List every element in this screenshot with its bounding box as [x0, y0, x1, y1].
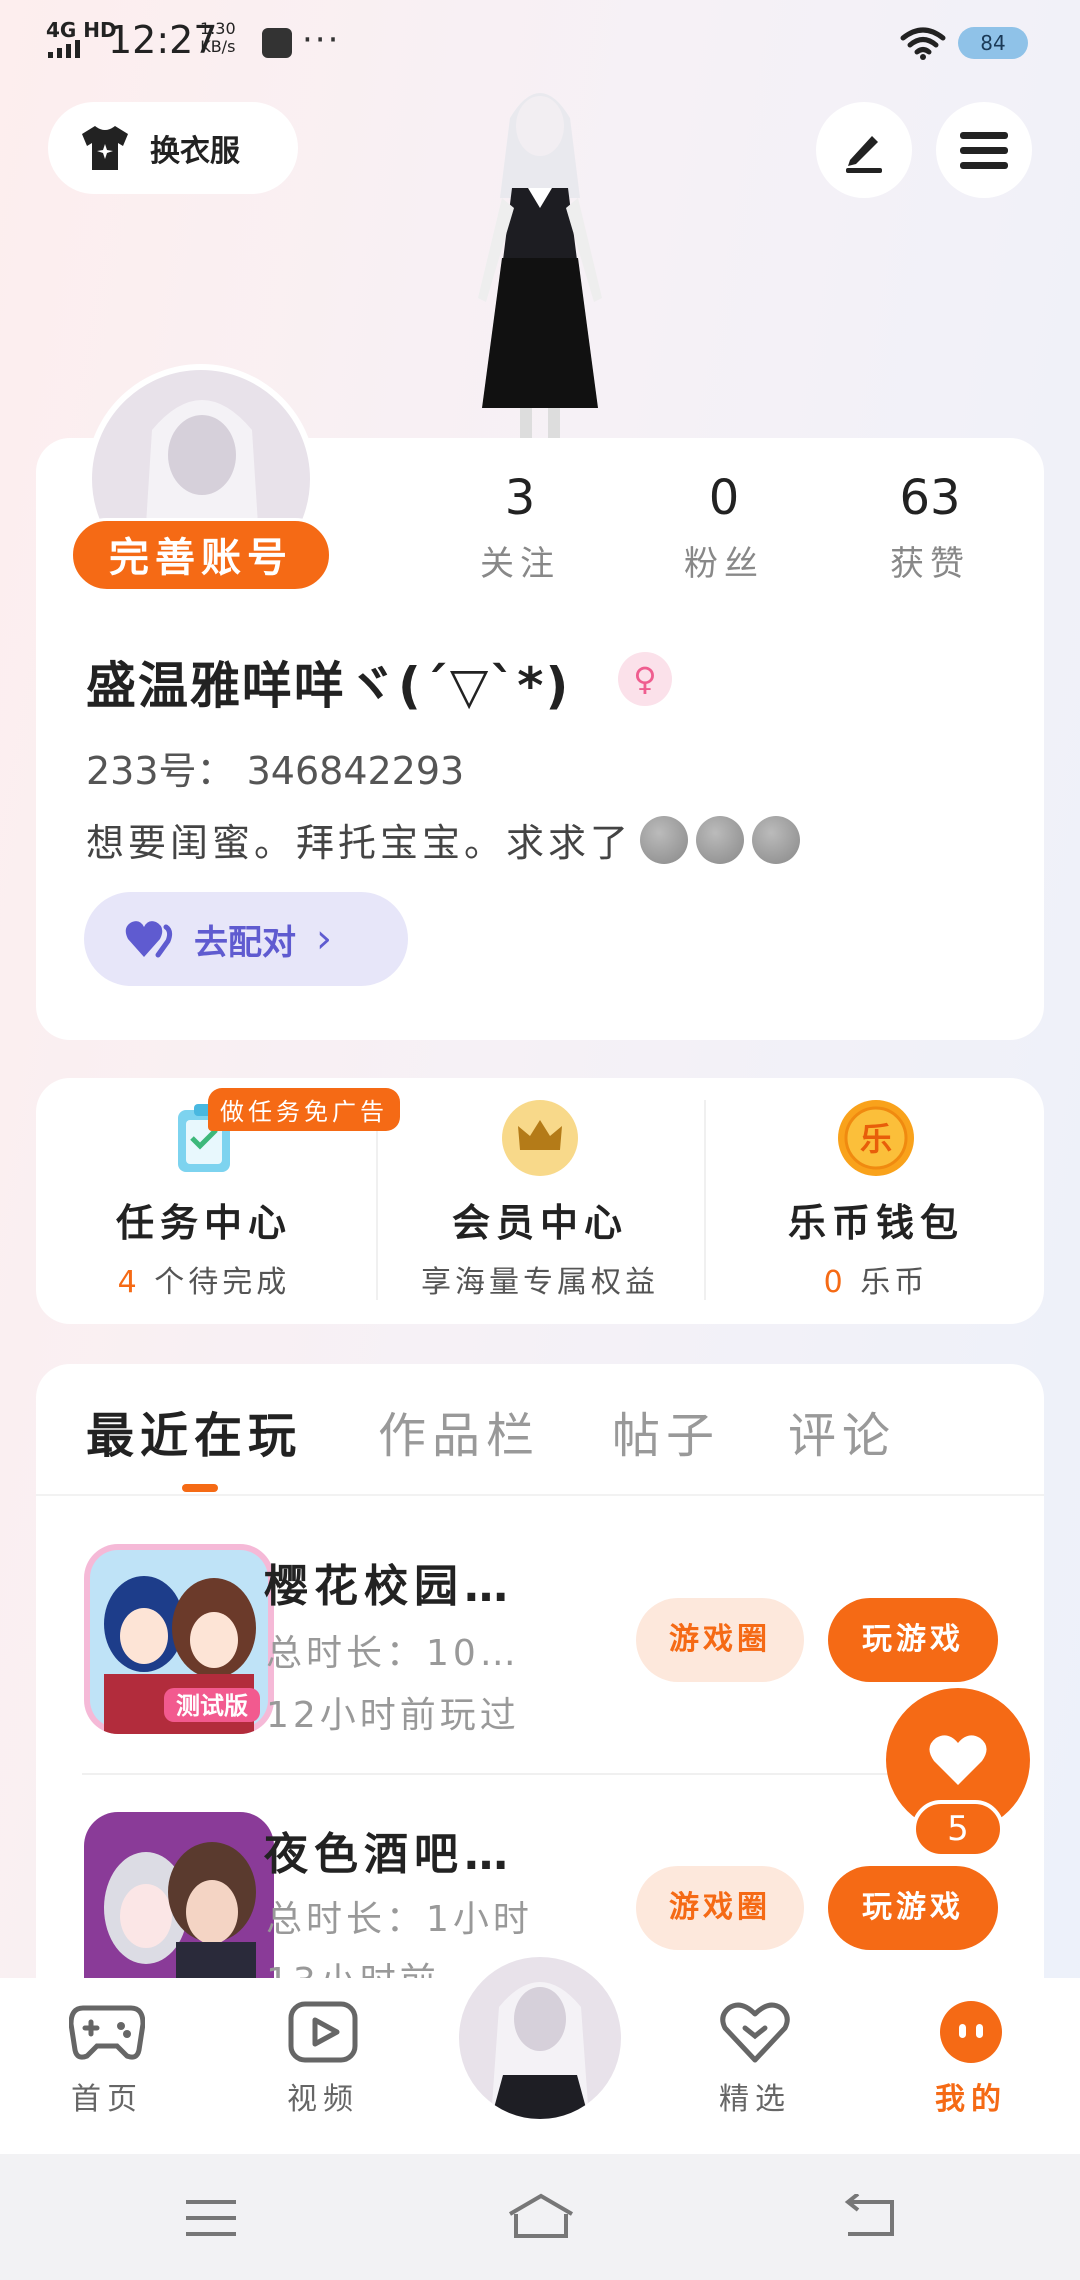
- task-center-sub: 4 个待完成: [117, 1265, 291, 1300]
- nav-mine[interactable]: 我的: [896, 2000, 1046, 2118]
- game-icon-night-bar[interactable]: [84, 1812, 274, 1978]
- network-indicator: 4G HD: [46, 18, 117, 42]
- smiley-icon: [752, 815, 801, 864]
- pen-icon: [846, 136, 882, 173]
- menu-button[interactable]: [936, 102, 1032, 198]
- crown-icon: [502, 1100, 578, 1176]
- nickname: 盛温雅咩咩ヾ(´▽`*): [86, 657, 571, 715]
- like-count: 5: [912, 1800, 1004, 1858]
- vip-center[interactable]: 会员中心 享海量专属权益: [372, 1078, 708, 1324]
- home-icon[interactable]: [506, 2192, 576, 2240]
- smiley-icon: [696, 815, 745, 864]
- shirt-icon: [82, 126, 128, 170]
- play-game-button[interactable]: 玩游戏: [828, 1866, 998, 1950]
- stat-fans[interactable]: 0 粉丝: [644, 470, 804, 585]
- tab-posts[interactable]: 帖子: [612, 1396, 720, 1466]
- heart-icon: [125, 921, 173, 958]
- row-divider: [82, 1773, 1008, 1775]
- stat-following[interactable]: 3 关注: [440, 470, 600, 585]
- status-bar: 4G HD 12:27 1.30 KB/s ··· 84: [0, 0, 1080, 84]
- tab-works[interactable]: 作品栏: [378, 1396, 540, 1466]
- chevron-right-icon: ›: [316, 916, 332, 962]
- stat-likes[interactable]: 63 获赞: [850, 470, 1010, 585]
- tabs-divider: [36, 1494, 1044, 1496]
- fans-label: 粉丝: [684, 544, 764, 584]
- avatar-figure[interactable]: [430, 78, 650, 438]
- game-icon-sakura[interactable]: 测试版: [84, 1544, 274, 1734]
- edit-profile-button[interactable]: [816, 102, 912, 198]
- fans-count: 0: [708, 470, 740, 526]
- game-total-time: 总时长：10…: [266, 1633, 520, 1674]
- nav-video[interactable]: 视频: [248, 2000, 398, 2118]
- bio: 想要闺蜜。拜托宝宝。求求了: [86, 812, 801, 867]
- game-last-played: 12小时前玩过: [266, 1695, 520, 1736]
- svg-text:测试版: 测试版: [176, 1692, 248, 1720]
- menu-icon: [960, 132, 1008, 169]
- more-notifications-icon: ···: [302, 20, 341, 60]
- centers-card: 任务中心 4 个待完成 会员中心 享海量专属权益 乐 乐币钱包 0 乐币: [36, 1078, 1044, 1324]
- game-name[interactable]: 樱花校园…: [264, 1550, 514, 1614]
- back-icon[interactable]: [844, 2194, 896, 2238]
- user-id[interactable]: 233号： 346842293: [86, 740, 464, 795]
- wifi-icon: [900, 27, 946, 60]
- tab-recent[interactable]: 最近在玩: [86, 1396, 302, 1466]
- nav-featured-label: 精选: [719, 2082, 791, 2117]
- game-total-time: 总时长：1小时: [266, 1899, 533, 1940]
- coin-wallet[interactable]: 乐 乐币钱包 0 乐币: [708, 1078, 1044, 1324]
- battery-indicator: 84: [958, 27, 1028, 59]
- profile-face-icon: [940, 2001, 1002, 2063]
- game-name[interactable]: 夜色酒吧…: [264, 1818, 514, 1882]
- following-count: 3: [504, 470, 536, 526]
- coin-icon: 乐: [838, 1100, 914, 1176]
- coin-wallet-title: 乐币钱包: [787, 1201, 964, 1245]
- game-circle-button[interactable]: 游戏圈: [636, 1866, 804, 1950]
- coin-wallet-sub: 0 乐币: [823, 1265, 929, 1300]
- vip-center-sub: 享海量专属权益: [421, 1265, 659, 1300]
- nav-featured[interactable]: 精选: [680, 2000, 830, 2118]
- heart-diamond-icon: [720, 2002, 790, 2063]
- signal-icon: [48, 40, 80, 58]
- female-icon: ♀: [618, 652, 672, 706]
- nav-mine-label: 我的: [935, 2082, 1007, 2117]
- likes-label: 获赞: [890, 544, 970, 584]
- game-last-played: 13小时前: [266, 1952, 440, 1978]
- nav-home-label: 首页: [71, 2082, 143, 2117]
- play-game-button[interactable]: 玩游戏: [828, 1598, 998, 1682]
- net-speed: 1.30 KB/s: [200, 19, 236, 56]
- likes-count: 63: [899, 470, 961, 526]
- following-label: 关注: [480, 544, 560, 584]
- recent-apps-icon[interactable]: [186, 2198, 236, 2238]
- change-outfit-label: 换衣服: [150, 134, 240, 169]
- ad-free-task-tag: 做任务免广告: [208, 1088, 400, 1131]
- vip-center-title: 会员中心: [451, 1201, 628, 1245]
- notification-icon: [262, 28, 292, 58]
- gamepad-icon: [68, 2005, 146, 2060]
- game-circle-button[interactable]: 游戏圈: [636, 1598, 804, 1682]
- system-nav-bar: [0, 2154, 1080, 2280]
- heart-icon: [929, 1735, 987, 1785]
- complete-account-badge[interactable]: 完善账号: [70, 518, 332, 592]
- go-match-button[interactable]: 去配对 ›: [84, 892, 408, 986]
- nav-avatar[interactable]: [452, 1950, 628, 2126]
- change-outfit-button[interactable]: 换衣服: [48, 102, 298, 194]
- go-match-label: 去配对: [194, 922, 296, 963]
- bio-text: 想要闺蜜。拜托宝宝。求求了: [86, 821, 633, 865]
- tab-comments[interactable]: 评论: [788, 1396, 896, 1466]
- smiley-icon: [640, 815, 689, 864]
- nav-home[interactable]: 首页: [32, 2000, 182, 2118]
- nav-video-label: 视频: [287, 2082, 359, 2117]
- svg-text:乐: 乐: [860, 1120, 892, 1158]
- divider: [704, 1100, 706, 1300]
- play-video-icon: [288, 2001, 358, 2063]
- task-center-title: 任务中心: [115, 1201, 292, 1245]
- active-tab-indicator: [182, 1484, 218, 1492]
